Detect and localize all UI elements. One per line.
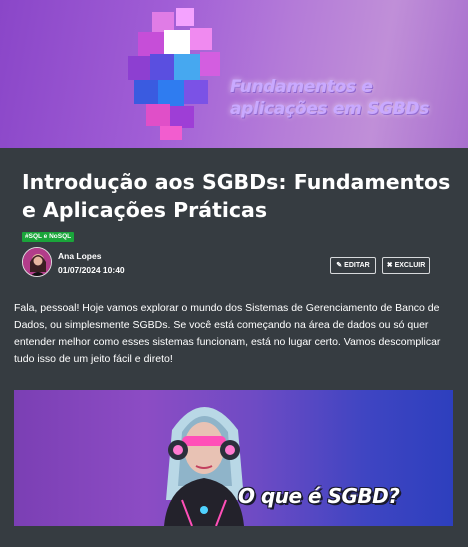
banner-caption: O que é SGBD? [238, 484, 400, 508]
pencil-icon: ✎ [336, 262, 343, 269]
publish-date: 01/07/2024 10:40 [58, 265, 125, 275]
author-photo [23, 248, 51, 276]
edit-button-label: EDITAR [344, 262, 370, 269]
data-cubes-icon [128, 8, 220, 140]
delete-button-label: EXCLUIR [394, 262, 426, 269]
delete-button[interactable]: ✖ EXCLUIR [382, 257, 430, 274]
article: Introdução aos SGBDs: Fundamentos e Apli… [0, 148, 468, 547]
hero-banner: Fundamentos e aplicações em SGBDs [0, 0, 468, 148]
category-tag[interactable]: #SQL e NoSQL [22, 232, 75, 242]
hero-title-art: Fundamentos e aplicações em SGBDs [230, 77, 430, 119]
article-image: O que é SGBD? [14, 390, 453, 526]
article-title: Introdução aos SGBDs: Fundamentos e Apli… [22, 170, 451, 222]
avatar[interactable] [22, 247, 52, 277]
author-name[interactable]: Ana Lopes [58, 251, 101, 261]
edit-button[interactable]: ✎ EDITAR [330, 257, 376, 274]
article-intro: Fala, pessoal! Hoje vamos explorar o mun… [14, 302, 441, 365]
close-icon: ✖ [386, 262, 393, 269]
